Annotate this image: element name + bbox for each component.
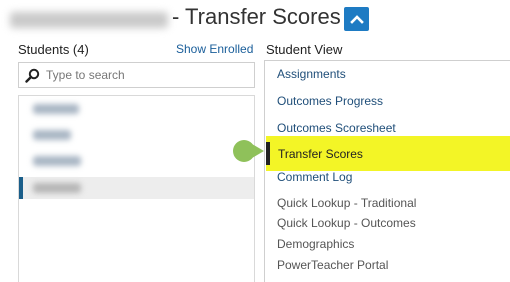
student-list [18, 95, 255, 282]
student-name-redacted [33, 183, 81, 193]
student-row[interactable] [19, 98, 254, 120]
menu-item-quick-lookup-outcomes[interactable]: Quick Lookup - Outcomes [277, 216, 416, 230]
page-title: - Transfer Scores [172, 4, 341, 29]
title-bar: - Transfer Scores [0, 0, 510, 38]
menu-item-powerteacher-portal[interactable]: PowerTeacher Portal [277, 258, 388, 272]
student-name-redacted [10, 12, 168, 28]
students-header: Students (4) [18, 42, 89, 57]
menu-item-outcomes-progress[interactable]: Outcomes Progress [277, 94, 383, 108]
student-name-redacted [33, 156, 81, 166]
student-search[interactable] [18, 62, 255, 88]
show-enrolled-link[interactable]: Show Enrolled [176, 42, 253, 56]
active-item-indicator [266, 142, 270, 165]
student-row[interactable] [19, 150, 254, 172]
menu-item-transfer-scores[interactable]: Transfer Scores [278, 147, 363, 161]
selection-indicator [19, 177, 23, 199]
student-name-redacted [33, 104, 79, 114]
collapse-toggle-button[interactable] [344, 7, 369, 31]
menu-item-demographics[interactable]: Demographics [277, 237, 354, 251]
student-row[interactable] [19, 124, 254, 146]
student-row-selected[interactable] [19, 177, 254, 199]
menu-item-assignments[interactable]: Assignments [277, 67, 346, 81]
menu-item-comment-log[interactable]: Comment Log [277, 170, 352, 184]
search-icon [25, 68, 40, 83]
chevron-up-icon [349, 15, 364, 24]
menu-item-outcomes-scoresheet[interactable]: Outcomes Scoresheet [277, 121, 396, 135]
search-input[interactable] [46, 68, 246, 82]
student-view-header: Student View [266, 42, 343, 57]
menu-item-quick-lookup-traditional[interactable]: Quick Lookup - Traditional [277, 196, 416, 210]
student-name-redacted [33, 130, 71, 140]
pointer-arrow-icon [252, 144, 264, 158]
